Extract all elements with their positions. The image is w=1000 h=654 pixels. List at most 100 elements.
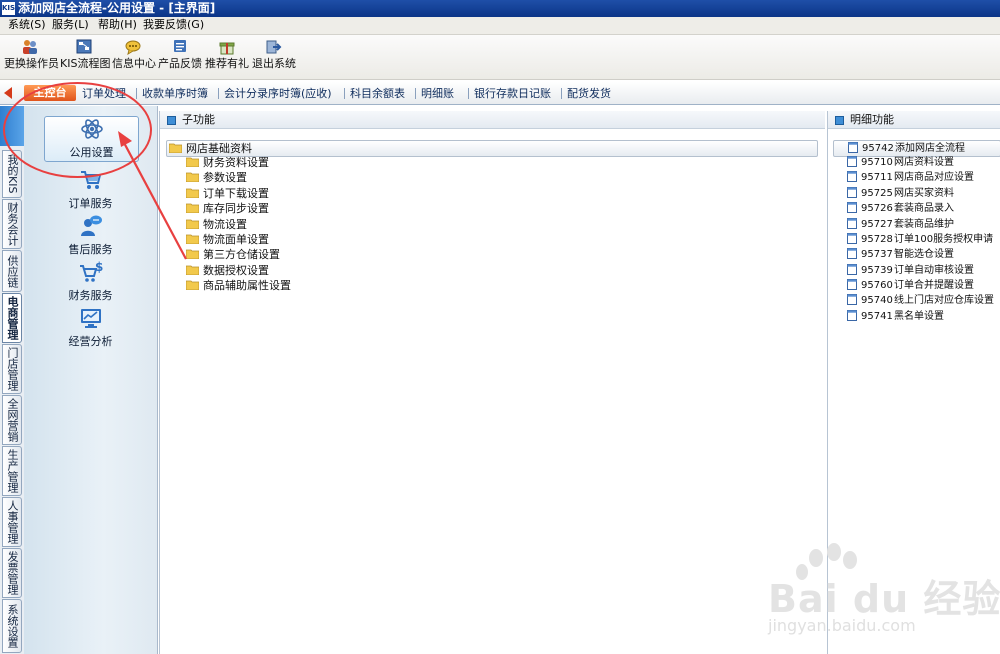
panel-bullet-icon — [835, 116, 844, 125]
tab-receipt-journal[interactable]: 收款单序时簿 — [142, 87, 208, 100]
detail-row[interactable]: 95728订单100服务授权申请 — [833, 232, 993, 247]
tree-item[interactable]: 订单下载设置 — [184, 186, 269, 201]
detail-code: 95742 — [862, 143, 894, 154]
side-tab-hr[interactable]: 人事管理 — [2, 497, 22, 547]
menu-help[interactable]: 帮助(H) — [98, 18, 137, 32]
tree-item[interactable]: 商品辅助属性设置 — [184, 278, 291, 293]
detail-name: 订单100服务授权申请 — [894, 234, 994, 245]
detail-code: 95710 — [861, 157, 893, 168]
detail-name: 网店商品对应设置 — [894, 172, 974, 183]
side-tab-ecommerce[interactable]: 电商管理 — [2, 293, 22, 343]
detail-name: 添加网店全流程 — [895, 143, 965, 154]
info-center-button[interactable]: 信息中心 — [112, 37, 156, 77]
document-icon — [847, 201, 857, 213]
detail-name: 订单合并提醒设置 — [894, 280, 974, 291]
detail-name: 网店资料设置 — [894, 157, 954, 168]
document-icon — [847, 232, 857, 244]
document-icon — [848, 141, 858, 153]
toolbar: 更换操作员 KIS流程图 信息中心 产品反馈 推荐有礼 退出系统 — [0, 35, 1000, 80]
tree-item[interactable]: 物流设置 — [184, 217, 247, 232]
detail-code: 95728 — [861, 234, 893, 245]
tree-item[interactable]: 物流面单设置 — [184, 232, 269, 247]
app-logo-icon: KIS — [2, 2, 15, 15]
detail-name: 智能选仓设置 — [894, 249, 954, 260]
detail-name: 套装商品录入 — [894, 203, 954, 214]
menu-feedback[interactable]: 我要反馈(G) — [143, 18, 204, 32]
detail-name: 线上门店对应仓库设置 — [894, 295, 994, 306]
detail-row[interactable]: 95760订单合并提醒设置 — [833, 278, 974, 293]
message-icon — [125, 40, 141, 55]
module-financial-service[interactable]: $ 财务服务 — [44, 260, 137, 304]
service-person-icon — [80, 215, 102, 236]
detail-row[interactable]: 95726套装商品录入 — [833, 201, 954, 216]
detail-row[interactable]: 95711网店商品对应设置 — [833, 170, 974, 185]
detail-code: 95726 — [861, 203, 893, 214]
detail-row[interactable]: 95741黑名单设置 — [833, 309, 944, 324]
recommend-gift-button[interactable]: 推荐有礼 — [205, 37, 249, 77]
side-tab-store-management[interactable]: 门店管理 — [2, 344, 22, 394]
back-arrow-icon[interactable] — [4, 87, 12, 99]
side-tab-invoice[interactable]: 发票管理 — [2, 548, 22, 598]
tree-item[interactable]: 第三方仓储设置 — [184, 247, 280, 262]
detail-name: 订单自动审核设置 — [894, 265, 974, 276]
document-icon — [847, 247, 857, 259]
tree-item[interactable]: 库存同步设置 — [184, 201, 269, 216]
side-tab-omnichannel-marketing[interactable]: 全网营销 — [2, 395, 22, 445]
document-icon — [847, 278, 857, 290]
tab-ledger-detail[interactable]: 明细账 — [421, 87, 454, 100]
tab-separator — [344, 88, 345, 99]
feedback-icon — [174, 40, 186, 52]
tab-separator — [468, 88, 469, 99]
kis-flowchart-button[interactable]: KIS流程图 — [60, 37, 110, 77]
document-icon — [847, 170, 857, 182]
side-tab-system-settings[interactable]: 系统设置 — [2, 599, 22, 653]
annotation-arrow-icon — [118, 131, 187, 260]
tree-item[interactable]: 数据授权设置 — [184, 263, 269, 278]
detail-row[interactable]: 95737智能选仓设置 — [833, 247, 954, 262]
document-icon — [847, 293, 857, 305]
detail-code: 95737 — [861, 249, 893, 260]
menu-bar: 系统(S) 服务(L) 帮助(H) 我要反馈(G) — [0, 17, 1000, 35]
cart-dollar-icon: $ — [79, 260, 103, 282]
detail-code: 95741 — [861, 311, 893, 322]
document-icon — [847, 263, 857, 275]
gift-icon — [219, 42, 235, 55]
detail-code: 95740 — [861, 295, 893, 306]
tree-item[interactable]: 财务资料设置 — [184, 155, 269, 170]
menu-service[interactable]: 服务(L) — [52, 18, 89, 32]
sub-function-panel: 子功能 网店基础资料 财务资料设置 参数设置 订单下载设置 库存同步设置 物流设… — [159, 111, 825, 654]
tree-item[interactable]: 参数设置 — [184, 170, 247, 185]
detail-code: 95725 — [861, 188, 893, 199]
detail-code: 95727 — [861, 219, 893, 230]
tab-bank-deposit-journal[interactable]: 银行存款日记账 — [474, 87, 551, 100]
folder-icon — [186, 265, 199, 275]
detail-row[interactable]: 95710网店资料设置 — [833, 155, 954, 170]
detail-function-title: 明细功能 — [850, 113, 894, 126]
side-tab-supply-chain[interactable]: 供应链 — [2, 250, 22, 292]
detail-code: 95711 — [861, 172, 893, 183]
detail-row[interactable]: 95725网店买家资料 — [833, 186, 954, 201]
tab-account-balance[interactable]: 科目余额表 — [350, 87, 405, 100]
document-icon — [847, 217, 857, 229]
exit-system-button[interactable]: 退出系统 — [252, 37, 296, 77]
detail-row[interactable]: 95739订单自动审核设置 — [833, 263, 974, 278]
tab-distribution-shipping[interactable]: 配货发货 — [567, 87, 611, 100]
tab-separator — [218, 88, 219, 99]
product-feedback-button[interactable]: 产品反馈 — [158, 37, 202, 77]
switch-operator-button[interactable]: 更换操作员 — [4, 37, 59, 77]
detail-name: 网店买家资料 — [894, 188, 954, 199]
detail-row[interactable]: 95727套装商品维护 — [833, 217, 954, 232]
detail-name: 套装商品维护 — [894, 219, 954, 230]
flowchart-icon — [76, 39, 92, 54]
menu-system[interactable]: 系统(S) — [8, 18, 46, 32]
side-tab-production[interactable]: 生产管理 — [2, 446, 22, 496]
tab-separator — [415, 88, 416, 99]
detail-row[interactable]: 95740线上门店对应仓库设置 — [833, 293, 994, 308]
detail-code: 95760 — [861, 280, 893, 291]
module-business-analysis[interactable]: 经营分析 — [44, 306, 137, 350]
side-tab-financial-accounting[interactable]: 财务会计 — [2, 199, 22, 249]
tab-accounting-entry-journal[interactable]: 会计分录序时簿(应收) — [224, 87, 332, 100]
tab-separator — [136, 88, 137, 99]
detail-name: 黑名单设置 — [894, 311, 944, 322]
watermark-brand: Bai du 经验 — [768, 577, 1000, 621]
